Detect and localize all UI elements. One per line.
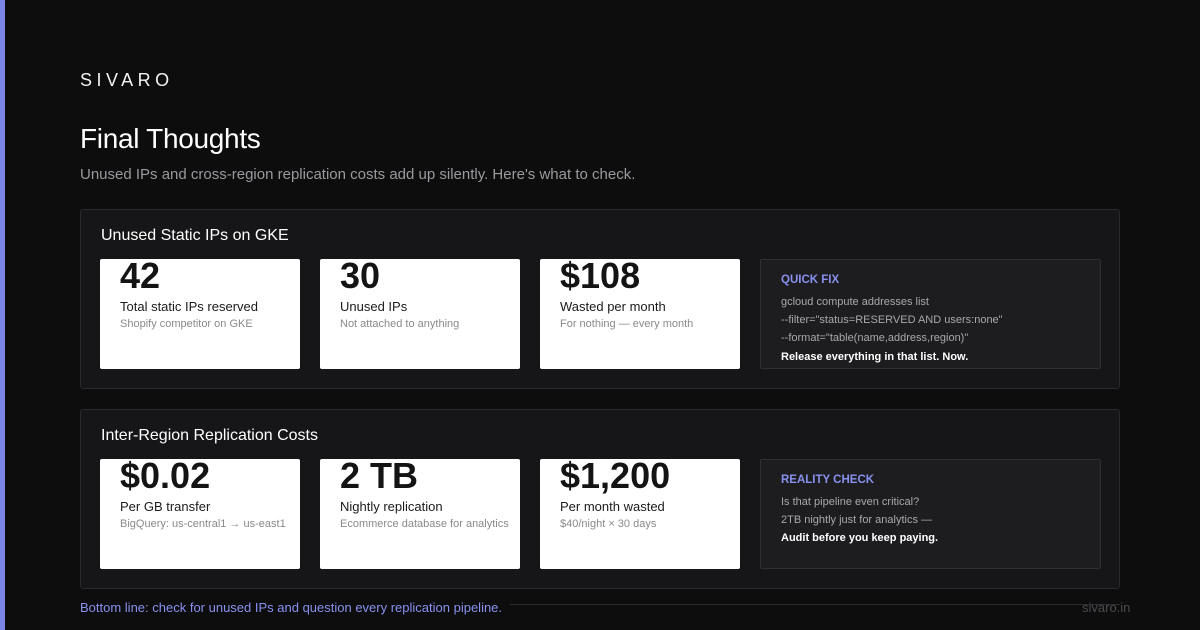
footer-divider xyxy=(510,604,1120,605)
stat-note: Not attached to anything xyxy=(340,318,460,330)
stat-card-nightly-replication: 2 TB Nightly replication Ecommerce datab… xyxy=(320,459,520,569)
stat-value: $0.02 xyxy=(120,459,211,496)
callout-line: 2TB nightly just for analytics — xyxy=(781,514,933,526)
stat-label: Per month wasted xyxy=(560,499,665,514)
stat-label: Unused IPs xyxy=(340,299,408,314)
stat-value: 2 TB xyxy=(340,459,419,496)
footer-domain: sivaro.in xyxy=(1082,600,1131,615)
stat-value: 42 xyxy=(120,259,161,296)
page-title: Final Thoughts xyxy=(80,123,261,154)
callout-title: QUICK FIX xyxy=(781,274,840,286)
stat-note: $40/night × 30 days xyxy=(560,518,657,530)
bottom-line-text: Bottom line: check for unused IPs and qu… xyxy=(80,600,503,615)
stat-card-total-ips: 42 Total static IPs reserved Shopify com… xyxy=(100,259,300,369)
stat-value: 30 xyxy=(340,259,381,296)
page-subtitle: Unused IPs and cross-region replication … xyxy=(80,166,636,183)
stat-label: Total static IPs reserved xyxy=(120,299,258,314)
stat-label: Per GB transfer xyxy=(120,499,211,514)
callout-reality-check: REALITY CHECK Is that pipeline even crit… xyxy=(760,459,1101,569)
stat-note: Shopify competitor on GKE xyxy=(120,318,253,330)
callout-code-line: --format="table(name,address,region)" xyxy=(781,332,969,344)
stat-note: Ecommerce database for analytics xyxy=(340,518,509,530)
callout-code-line: gcloud compute addresses list xyxy=(781,296,929,308)
stat-value: $108 xyxy=(560,259,641,296)
callout-code-line: --filter="status=RESERVED AND users:none… xyxy=(781,314,1003,326)
brand-logo-text: SIVARO xyxy=(80,70,174,90)
section-unused-static-ips: Unused Static IPs on GKE 42 Total static… xyxy=(80,209,1120,389)
stat-card-wasted-per-month: $108 Wasted per month For nothing — ever… xyxy=(540,259,740,369)
stat-value: $1,200 xyxy=(560,459,671,496)
stat-card-monthly-waste: $1,200 Per month wasted $40/night × 30 d… xyxy=(540,459,740,569)
section-inter-region-replication: Inter-Region Replication Costs $0.02 Per… xyxy=(80,409,1120,589)
stat-card-per-gb-transfer: $0.02 Per GB transfer BigQuery: us-centr… xyxy=(100,459,300,569)
section-title: Inter-Region Replication Costs xyxy=(101,427,318,444)
stat-note: For nothing — every month xyxy=(560,318,694,330)
stat-card-unused-ips: 30 Unused IPs Not attached to anything xyxy=(320,259,520,369)
callout-emphasis: Audit before you keep paying. xyxy=(781,532,939,544)
accent-bar xyxy=(0,0,5,630)
callout-quick-fix: QUICK FIX gcloud compute addresses list … xyxy=(760,259,1101,369)
callout-line: Is that pipeline even critical? xyxy=(781,496,920,508)
callout-emphasis: Release everything in that list. Now. xyxy=(781,351,969,363)
stat-note: BigQuery: us-central1 → us-east1 xyxy=(120,518,286,530)
section-title: Unused Static IPs on GKE xyxy=(101,227,289,244)
callout-title: REALITY CHECK xyxy=(781,474,875,486)
stat-label: Nightly replication xyxy=(340,499,443,514)
stat-label: Wasted per month xyxy=(560,299,666,314)
